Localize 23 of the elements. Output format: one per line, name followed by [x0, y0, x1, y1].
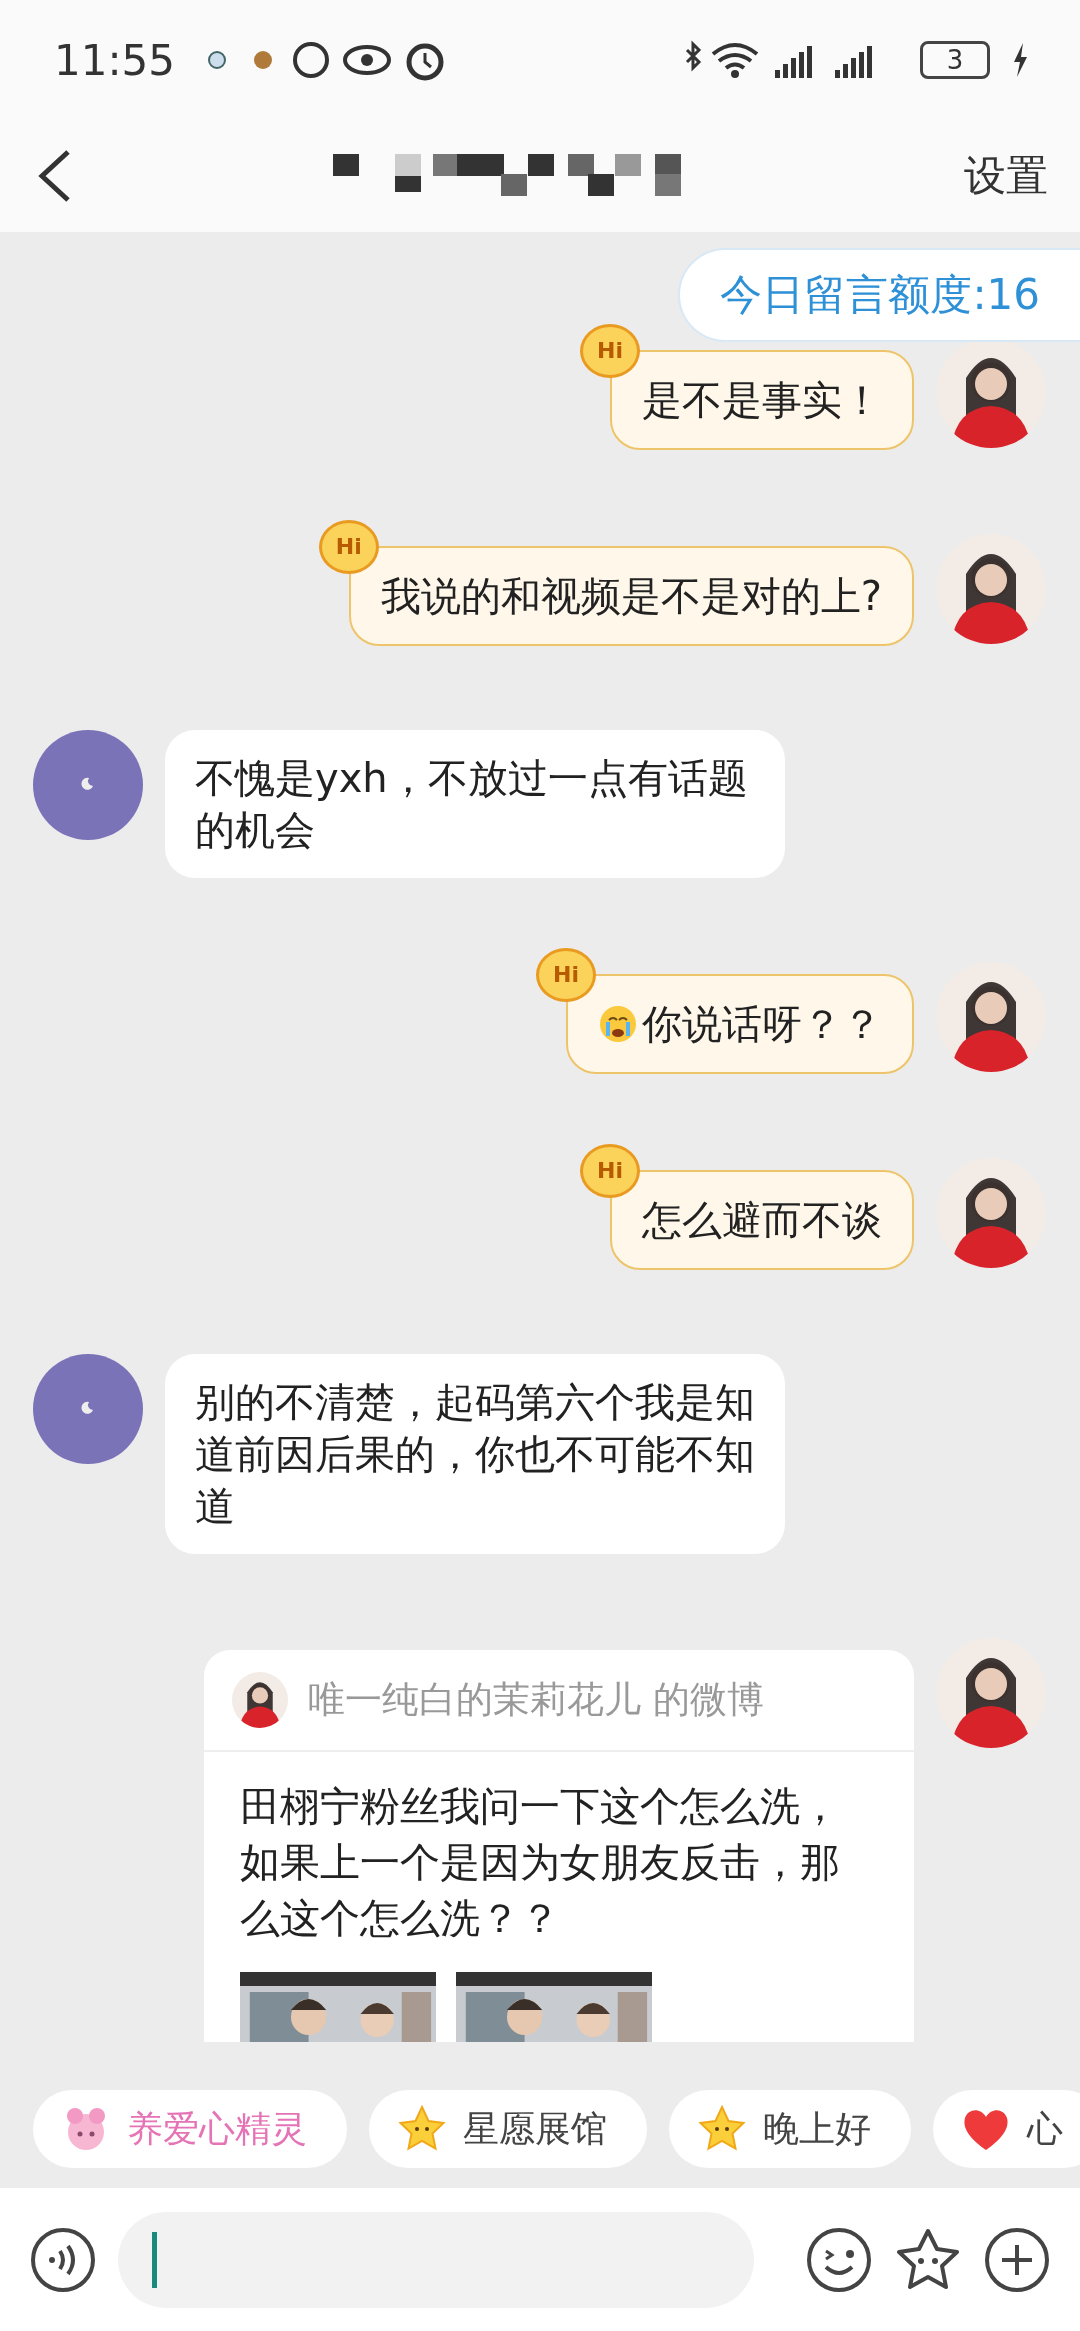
hi-badge: Hi	[580, 324, 640, 378]
hi-badge: Hi	[580, 1144, 640, 1198]
crying-emoji-icon	[598, 1004, 638, 1044]
battery-level: 3	[920, 41, 990, 79]
message-bubble: 别的不清楚，起码第六个我是知道前因后果的，你也不可能不知道	[165, 1354, 785, 1554]
settings-button[interactable]: 设置	[964, 148, 1048, 204]
post-text: 田栩宁粉丝我问一下这个怎么洗，如果上一个是因为女朋友反击，那么这个怎么洗？？	[239, 1782, 841, 1943]
message-bubble: 不愧是yxh，不放过一点有话题的机会	[165, 730, 785, 878]
shortcut-chip[interactable]: 心	[933, 2090, 1080, 2168]
shortcut-chip[interactable]: 星愿展馆	[369, 2090, 647, 2168]
shortcut-chip[interactable]: 晚上好	[669, 2090, 911, 2168]
hi-badge: Hi	[318, 520, 379, 574]
avatar	[232, 1672, 288, 1728]
back-button[interactable]	[36, 148, 72, 204]
shared-post-card[interactable]: 唯一纯白的茉莉花儿 的微博 田栩宁粉丝我问一下这个怎么洗，如果上一个是因为女朋友反击，那么这个怎么洗？？	[204, 1650, 914, 2042]
hi-badge: Hi	[536, 948, 596, 1002]
message-quota: 今日留言额度:16	[678, 248, 1080, 342]
voice-button[interactable]	[30, 2226, 96, 2293]
emoji-button[interactable]	[806, 2226, 872, 2293]
add-button[interactable]	[984, 2226, 1050, 2293]
status-time: 11:55	[54, 35, 176, 85]
charging-icon	[1012, 43, 1028, 77]
post-source: 唯一纯白的茉莉花儿 的微博	[308, 1677, 764, 1723]
